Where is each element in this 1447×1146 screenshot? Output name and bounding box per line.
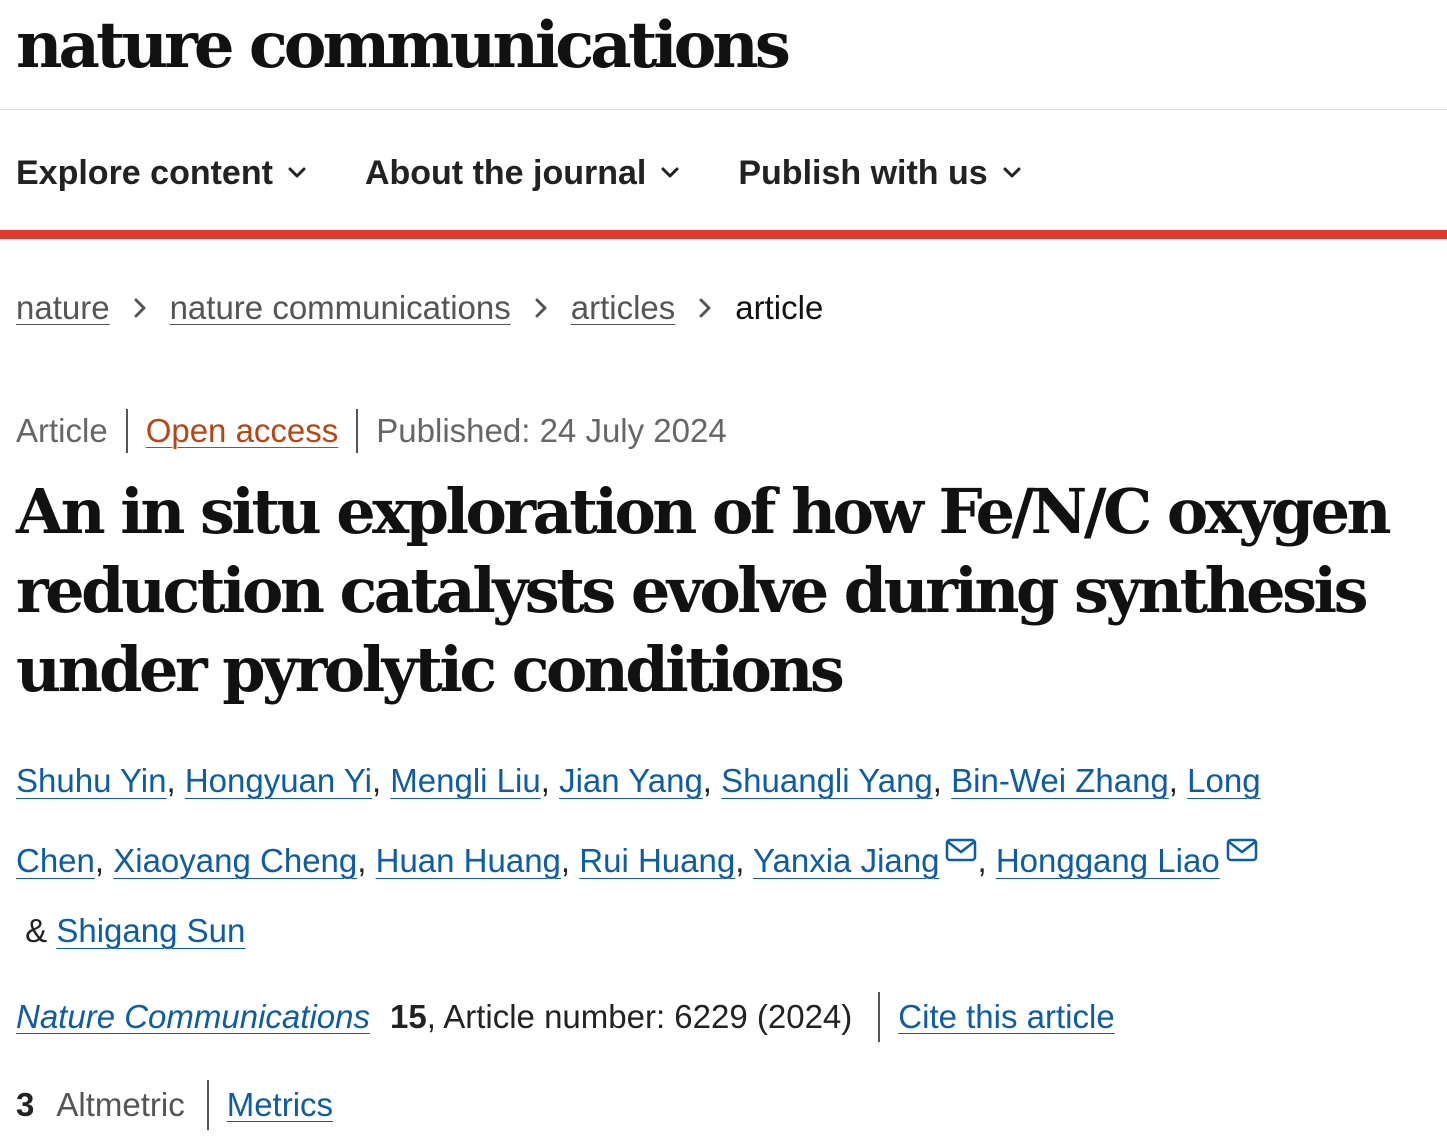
open-access-link[interactable]: Open access <box>146 412 339 450</box>
author-separator: & <box>16 912 57 949</box>
breadcrumb-articles[interactable]: articles <box>571 289 676 327</box>
author-link[interactable]: Yanxia Jiang <box>753 842 940 879</box>
author-separator: , <box>357 842 376 879</box>
article-type: Article <box>16 412 108 449</box>
journal-logo[interactable]: nature communications <box>16 6 791 86</box>
mail-icon[interactable] <box>945 816 977 886</box>
altmetric-score: 3 <box>16 1086 35 1123</box>
chevron-right-icon <box>535 298 547 318</box>
meta-divider <box>125 409 128 453</box>
author-separator: , <box>1168 762 1188 799</box>
chevron-down-icon <box>288 167 306 178</box>
breadcrumb-nature-communications[interactable]: nature communications <box>170 289 511 327</box>
breadcrumb-current: article <box>735 289 824 326</box>
journal-volume: 15 <box>389 998 427 1035</box>
metrics-row: 3 Altmetric Metrics <box>16 1080 333 1130</box>
author-separator: , <box>166 762 185 799</box>
author-separator: , <box>735 842 753 879</box>
author-list: Shuhu Yin, Hongyuan Yi, Mengli Liu, Jian… <box>16 746 1416 966</box>
altmetric-label: Altmetric <box>56 1086 185 1123</box>
published-date: Published: 24 July 2024 <box>376 412 727 449</box>
author-separator: , <box>94 842 114 879</box>
author-separator: , <box>371 762 391 799</box>
breadcrumb-nature[interactable]: nature <box>16 289 110 327</box>
chevron-right-icon <box>699 298 711 318</box>
author-separator: , <box>702 762 722 799</box>
author-separator: , <box>932 762 952 799</box>
main-nav: Explore content About the journal Publis… <box>16 146 1080 200</box>
author-separator: , <box>540 762 560 799</box>
metrics-link[interactable]: Metrics <box>227 1086 333 1124</box>
author-separator: , <box>977 842 996 879</box>
breadcrumb: nature nature communications articles ar… <box>16 286 823 330</box>
author-link[interactable]: Huan Huang <box>376 842 561 879</box>
author-link[interactable]: Rui Huang <box>579 842 735 879</box>
journal-link[interactable]: Nature Communications <box>16 998 370 1036</box>
nav-about-the-journal-label: About the journal <box>364 153 647 192</box>
author-link[interactable]: Hongyuan Yi <box>185 762 372 799</box>
author-link[interactable]: Shuangli Yang <box>721 762 933 799</box>
author-link[interactable]: Xiaoyang Cheng <box>113 842 357 879</box>
author-link[interactable]: Jian Yang <box>559 762 703 799</box>
nav-explore-content[interactable]: Explore content <box>16 154 307 193</box>
article-number: , Article number: 6229 (2024) <box>426 998 853 1035</box>
cite-this-article-link[interactable]: Cite this article <box>898 998 1114 1036</box>
chevron-down-icon <box>661 167 679 178</box>
article-meta: Article Open access Published: 24 July 2… <box>16 408 727 454</box>
accent-bar <box>0 230 1447 239</box>
nav-explore-content-label: Explore content <box>16 153 273 192</box>
nav-publish-with-us[interactable]: Publish with us <box>738 154 1021 193</box>
author-link[interactable]: Shigang Sun <box>56 912 245 949</box>
nav-publish-with-us-label: Publish with us <box>738 153 988 192</box>
article-title: An in situ exploration of how Fe/N/C oxy… <box>16 475 1392 706</box>
mail-icon[interactable] <box>1226 816 1258 886</box>
nav-about-the-journal[interactable]: About the journal <box>365 154 680 193</box>
citation-divider <box>878 992 881 1042</box>
author-separator: , <box>560 842 580 879</box>
header-divider <box>0 109 1447 110</box>
meta-divider <box>356 409 359 453</box>
author-link[interactable]: Mengli Liu <box>390 762 540 799</box>
author-link[interactable]: Honggang Liao <box>996 842 1220 879</box>
chevron-down-icon <box>1003 167 1021 178</box>
chevron-right-icon <box>134 298 146 318</box>
citation-line: Nature Communications 15 , Article numbe… <box>16 992 1115 1042</box>
author-link[interactable]: Shuhu Yin <box>16 762 166 799</box>
author-link[interactable]: Bin-Wei Zhang <box>951 762 1169 799</box>
metrics-divider <box>206 1080 209 1130</box>
